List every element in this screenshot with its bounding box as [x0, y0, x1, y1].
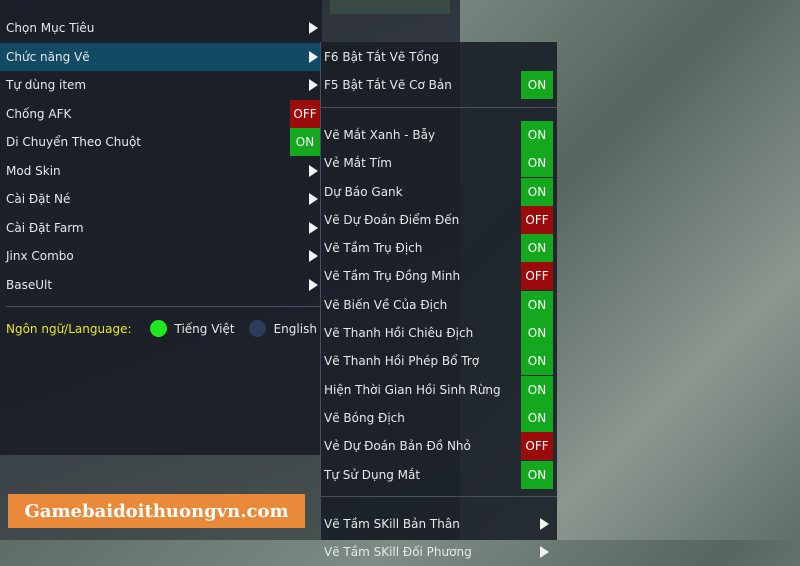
menu-item-label: Cài Đặt Né [6, 192, 71, 206]
menu-item-label: Vẽ Biến Về Của Địch [324, 297, 448, 312]
chevron-right-icon [309, 278, 318, 291]
menu-item-label: Vẽ Tầm SKill Đối Phương [324, 545, 472, 560]
drawing-submenu: F6 Bật Tắt Vẽ Tổng F5 Bật Tắt Vẽ Cơ Bản ON… [320, 42, 557, 559]
menu-item[interactable]: Chống AFK OFF [0, 99, 322, 128]
menu-item-label: Vẽ Thanh Hồi Chiêu Địch [324, 326, 474, 340]
chevron-right-icon [540, 546, 549, 559]
toggle-button[interactable]: ON [521, 347, 553, 376]
menu-item-label: Vẽ Bóng Địch [324, 410, 405, 425]
toggle-button[interactable]: ON [521, 149, 553, 178]
menu-item-label: Cài Đặt Farm [6, 220, 84, 235]
toggle-button[interactable]: ON [521, 234, 553, 263]
chevron-right-icon [309, 221, 318, 234]
menu-item[interactable]: Vẻ Dự Đoán Bản Đồ Nhỏ OFF [321, 432, 557, 461]
menu-item-label: Vẽ Tầm Trụ Địch [324, 241, 423, 256]
radio-tieng-viet[interactable] [149, 320, 167, 337]
menu-item[interactable]: BaseUlt [0, 271, 322, 299]
menu-item[interactable]: Di Chuyển Theo Chuột ON [0, 128, 322, 156]
menu-item-label: Chức năng Vẽ [6, 49, 90, 64]
menu-item-label: Vẽ Thanh Hồi Phép Bổ Trợ [324, 354, 480, 369]
menu-item-label: Tự Sử Dụng Mắt [324, 467, 421, 482]
toggle-button[interactable]: ON [521, 177, 553, 206]
menu-item-label: Chống AFK [6, 106, 72, 121]
menu-item-label: Vẻ Mắt Tím [324, 156, 392, 171]
toggle-button[interactable]: ON [521, 375, 553, 404]
menu-item[interactable]: Vẽ Tầm SKill Đối Phương [321, 538, 557, 566]
chevron-right-icon [309, 250, 318, 262]
menu-item[interactable]: Tự dùng item [0, 71, 322, 99]
toggle-button[interactable]: ON [521, 290, 553, 319]
menu-item-label: F5 Bật Tắt Vẽ Cơ Bản [324, 78, 452, 93]
menu-item[interactable]: Vẽ Thanh Hồi Phép Bổ Trợ ON [321, 347, 557, 376]
menu-item-label: Vẻ Dự Đoán Bản Đồ Nhỏ [324, 439, 471, 454]
menu-item-label: Dự Báo Gank [324, 184, 403, 199]
menu-item[interactable]: Tự Sử Dụng Mắt ON [321, 460, 557, 489]
toggle-button[interactable]: ON [521, 71, 553, 100]
menu-item-label: Chọn Mục Tiêu [6, 21, 95, 35]
menu-item[interactable]: Vẽ Tầm SKill Bản Thân [321, 510, 557, 538]
menu-item[interactable]: Cài Đặt Farm [0, 214, 322, 242]
menu-item-label: Vẽ Dự Đoán Điểm Đến [324, 212, 460, 227]
menu-item-label: Vẽ Tầm Trụ Đồng Minh [324, 269, 461, 284]
menu-item[interactable]: Vẽ Biến Về Của Địch ON [321, 290, 557, 319]
menu-item[interactable]: Vẽ Thanh Hồi Chiêu Địch ON [321, 319, 557, 347]
menu-item-label: Mod Skin [6, 163, 61, 178]
menu-item[interactable]: Mod Skin [0, 157, 322, 185]
chevron-right-icon [540, 518, 549, 531]
chevron-right-icon [309, 193, 318, 205]
language-selector: Ngôn ngữ/Language: Tiếng Việt English [6, 320, 317, 337]
chevron-right-icon [309, 164, 318, 177]
language-label: Ngôn ngữ/Language: [6, 321, 132, 336]
menu-item-label: Vẽ Mắt Xanh - Bẫy [324, 127, 436, 142]
menu-item-label: Tự dùng item [6, 78, 87, 92]
menu-item[interactable]: Cài Đặt Né [0, 185, 322, 213]
radio-english[interactable] [248, 320, 266, 337]
toggle-button[interactable]: ON [290, 128, 320, 156]
toggle-button[interactable]: OFF [521, 205, 553, 234]
menu-item-label: Di Chuyển Theo Chuột [6, 135, 141, 149]
menu-item[interactable]: Dự Báo Gank ON [321, 177, 557, 206]
menu-divider [321, 106, 557, 108]
option-tieng-viet[interactable]: Tiếng Việt [175, 322, 235, 336]
menu-item-label: F6 Bật Tắt Vẽ Tổng [324, 50, 439, 64]
menu-item-label: Jinx Combo [6, 249, 74, 263]
menu-item[interactable]: Vẽ Bóng Địch ON [321, 403, 557, 432]
watermark: Gamebaidoithuongvn.com [8, 494, 305, 528]
menu-item[interactable]: Vẽ Dự Đoán Điểm Đến OFF [321, 205, 557, 234]
toggle-button[interactable]: ON [521, 319, 553, 347]
menu-item[interactable]: Vẽ Tầm Trụ Địch ON [321, 234, 557, 263]
toggle-button[interactable]: ON [521, 460, 553, 489]
menu-item[interactable]: Hiện Thời Gian Hồi Sinh Rừng ON [321, 375, 557, 404]
menu-item[interactable]: F5 Bật Tắt Vẽ Cơ Bản ON [321, 71, 557, 100]
chevron-right-icon [309, 79, 318, 91]
main-menu: Chọn Mục Tiêu Chức năng Vẽ Tự dùng item Chố… [0, 0, 322, 455]
menu-divider [6, 306, 322, 307]
toggle-button[interactable]: ON [521, 120, 553, 149]
menu-item[interactable]: Chức năng Vẽ [0, 42, 322, 71]
toggle-button[interactable]: OFF [521, 432, 553, 461]
menu-item[interactable]: Chọn Mục Tiêu [0, 14, 322, 42]
chevron-right-icon [309, 22, 318, 34]
menu-divider [321, 495, 557, 497]
menu-item[interactable]: F6 Bật Tắt Vẽ Tổng [321, 43, 557, 71]
option-english[interactable]: English [274, 322, 317, 336]
menu-item[interactable]: Jinx Combo [0, 242, 322, 270]
menu-item[interactable]: Vẽ Mắt Xanh - Bẫy ON [321, 120, 557, 149]
toggle-button[interactable]: ON [521, 403, 553, 432]
menu-item-label: BaseUlt [6, 277, 53, 292]
toggle-button[interactable]: OFF [521, 262, 553, 291]
menu-item-label: Hiện Thời Gian Hồi Sinh Rừng [324, 382, 501, 397]
toggle-button[interactable]: OFF [290, 99, 320, 128]
game-background-top [330, 0, 450, 14]
menu-item[interactable]: Vẻ Mắt Tím ON [321, 149, 557, 178]
menu-item[interactable]: Vẽ Tầm Trụ Đồng Minh OFF [321, 262, 557, 291]
menu-item-label: Vẽ Tầm SKill Bản Thân [324, 517, 460, 532]
chevron-right-icon [309, 50, 318, 63]
